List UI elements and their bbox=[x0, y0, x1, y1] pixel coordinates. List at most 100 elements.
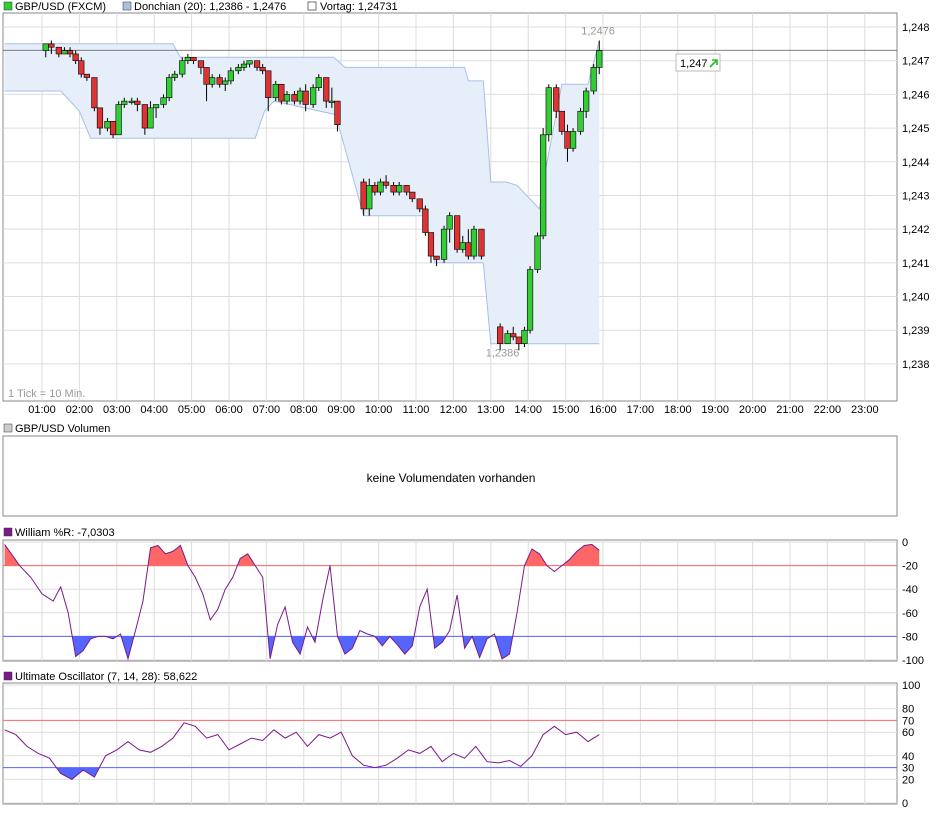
candle-body bbox=[396, 185, 403, 193]
candle-body bbox=[416, 198, 423, 210]
candle-body bbox=[55, 46, 62, 55]
candle-body bbox=[197, 60, 205, 68]
candle-body bbox=[596, 50, 603, 68]
x-tick-label: 14:00 bbox=[514, 404, 542, 416]
candle-body bbox=[171, 73, 178, 78]
level-label: 70 bbox=[902, 715, 914, 727]
candle-body bbox=[583, 90, 590, 112]
legend-ultimate: Ultimate Oscillator (7, 14, 28): 58,622 bbox=[15, 671, 197, 683]
candle-body bbox=[323, 77, 330, 102]
candle-body bbox=[478, 228, 485, 257]
candle-body bbox=[302, 90, 309, 105]
candle-body bbox=[470, 228, 478, 257]
candle-body bbox=[115, 104, 122, 136]
osc-y-tick: 40 bbox=[902, 751, 914, 763]
level-label: 30 bbox=[902, 763, 914, 775]
candle-body bbox=[534, 235, 541, 270]
candle-body bbox=[540, 134, 547, 237]
x-tick-label: 03:00 bbox=[103, 404, 131, 416]
candle-body bbox=[403, 185, 410, 193]
price-y-tick: 1,247 bbox=[902, 56, 930, 68]
x-tick-label: 06:00 bbox=[215, 404, 243, 416]
x-tick-label: 17:00 bbox=[627, 404, 655, 416]
candle-body bbox=[72, 53, 79, 61]
candle-body bbox=[78, 60, 85, 75]
candle-body bbox=[141, 104, 148, 129]
candle-body bbox=[315, 77, 322, 88]
price-y-tick: 1,239 bbox=[902, 325, 930, 337]
candle-body bbox=[296, 90, 304, 102]
candle-body bbox=[128, 100, 135, 103]
x-tick-label: 01:00 bbox=[28, 404, 56, 416]
candle-body bbox=[246, 60, 253, 65]
candle-body bbox=[184, 57, 191, 61]
osc-y-tick: 60 bbox=[902, 727, 914, 739]
x-tick-label: 09:00 bbox=[327, 404, 355, 416]
osc-y-tick: -20 bbox=[902, 561, 918, 573]
candle-body bbox=[409, 191, 416, 200]
price-y-tick: 1,243 bbox=[902, 190, 930, 202]
candle-body bbox=[371, 185, 378, 193]
osc-y-tick: -80 bbox=[902, 631, 918, 643]
ultimate-y-axis: 100 80 60 40 20 0 70 30 bbox=[902, 680, 920, 810]
williams-panel: 0 -20 -40 -60 -80 -100 bbox=[2, 537, 924, 667]
osc-y-tick: -40 bbox=[902, 584, 918, 596]
candle-body bbox=[446, 215, 453, 230]
candle-body bbox=[328, 100, 335, 103]
candle-body bbox=[422, 208, 429, 233]
tick-note: 1 Tick = 10 Min. bbox=[8, 388, 85, 400]
candle-body bbox=[121, 100, 128, 105]
candle-body bbox=[310, 87, 317, 105]
candle-body bbox=[179, 60, 186, 75]
x-tick-label: 08:00 bbox=[290, 404, 318, 416]
last-price-value: 1,247 bbox=[680, 58, 708, 70]
candle-body bbox=[334, 100, 341, 126]
candle-body bbox=[366, 185, 373, 210]
candle-body bbox=[66, 50, 74, 55]
legend-volume: GBP/USD Volumen bbox=[15, 423, 110, 435]
legend-williams: William %R: -7,0303 bbox=[15, 527, 115, 539]
candle-body bbox=[497, 326, 504, 344]
candle-body bbox=[377, 181, 384, 193]
x-tick-label: 13:00 bbox=[477, 404, 505, 416]
time-x-axis: 01:00 02:00 03:00 04:00 05:00 06:00 07:00 08:00… bbox=[28, 404, 878, 416]
x-tick-label: 04:00 bbox=[140, 404, 168, 416]
candle-body bbox=[190, 57, 197, 61]
candle-body bbox=[209, 77, 216, 85]
candle-body bbox=[504, 333, 511, 344]
x-tick-label: 05:00 bbox=[178, 404, 206, 416]
candle-body bbox=[83, 73, 90, 78]
ultimate-panel: 100 80 60 40 20 0 70 30 bbox=[2, 680, 920, 810]
candle-body bbox=[564, 131, 571, 149]
chart-canvas: GBP/USD (FXCM) Donchian (20): 1,2386 - 1… bbox=[2, 1, 930, 810]
price-y-tick: 1,246 bbox=[902, 89, 930, 101]
price-y-tick: 1,248 bbox=[902, 22, 930, 34]
osc-y-tick: 80 bbox=[902, 704, 914, 716]
candle-body bbox=[147, 107, 154, 129]
price-panel: 1,2476 1,2386 1 Tick = 10 Min. 1,2381,23… bbox=[2, 12, 930, 416]
candle-body bbox=[240, 63, 248, 68]
williams-y-axis: 0 -20 -40 -60 -80 -100 bbox=[902, 537, 924, 667]
candle-body bbox=[569, 131, 577, 149]
x-tick-label: 18:00 bbox=[664, 404, 692, 416]
candle-body bbox=[545, 87, 552, 136]
x-tick-label: 21:00 bbox=[776, 404, 804, 416]
volume-legend: GBP/USD Volumen bbox=[3, 423, 110, 435]
ultimate-legend: Ultimate Oscillator (7, 14, 28): 58,622 bbox=[3, 671, 197, 683]
x-tick-label: 19:00 bbox=[701, 404, 729, 416]
candle-body bbox=[166, 77, 173, 99]
price-y-tick: 1,242 bbox=[902, 224, 930, 236]
price-y-tick: 1,241 bbox=[902, 258, 930, 270]
candle-body bbox=[433, 255, 440, 260]
candle-body bbox=[109, 121, 117, 136]
candle-body bbox=[577, 110, 584, 132]
price-y-axis: 1,238 1,239 1,240 1,241 1,242 1,243 1,244 1,245… bbox=[902, 22, 930, 371]
candle-body bbox=[42, 43, 49, 51]
candle-body bbox=[553, 87, 560, 112]
x-tick-label: 15:00 bbox=[552, 404, 580, 416]
x-tick-label: 02:00 bbox=[66, 404, 94, 416]
osc-y-tick: -60 bbox=[902, 608, 918, 620]
osc-y-tick: 0 bbox=[902, 798, 908, 810]
osc-y-tick: 0 bbox=[902, 537, 908, 549]
x-tick-label: 20:00 bbox=[739, 404, 767, 416]
